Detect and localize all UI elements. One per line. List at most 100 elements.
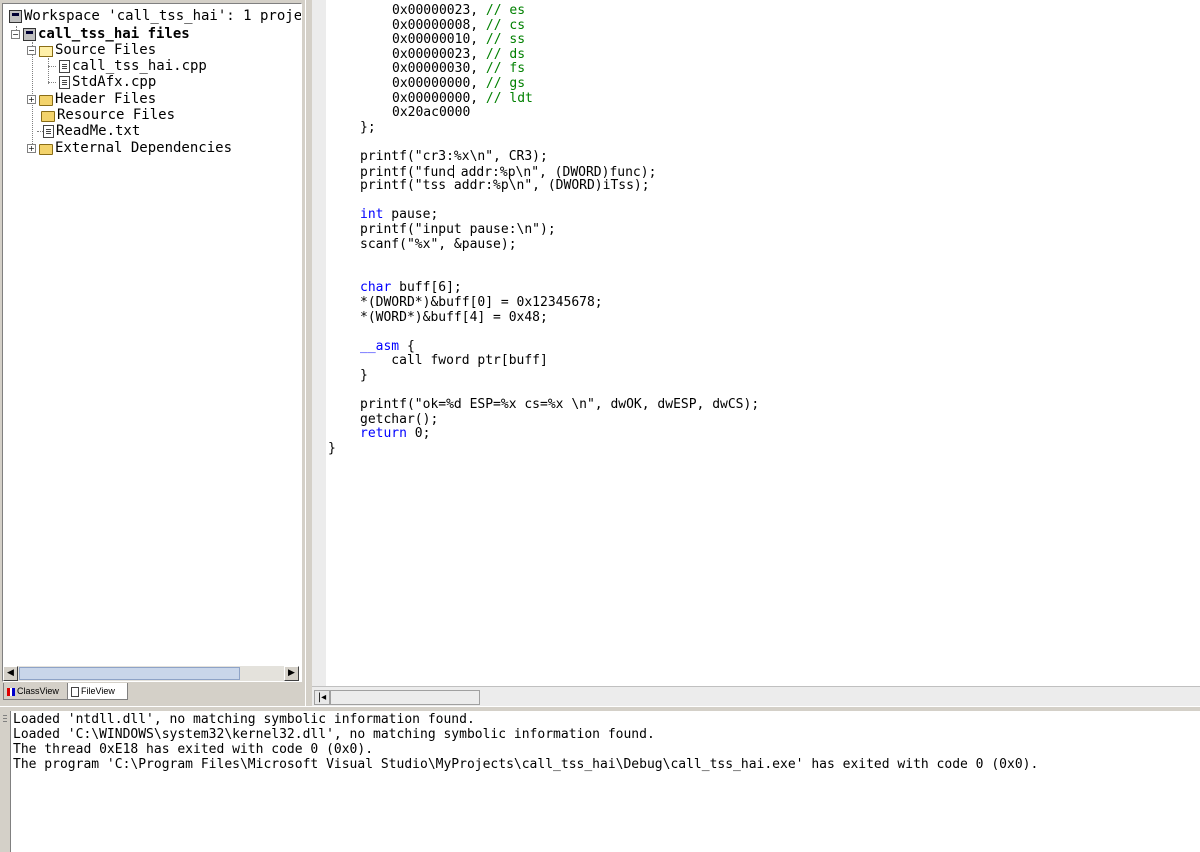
workspace-icon [9, 9, 22, 23]
code-line: 0x00000000, // gs [392, 77, 525, 91]
tree-item-source-files[interactable]: − Source Files [27, 42, 156, 58]
tab-classview[interactable]: ClassView [3, 683, 69, 700]
code-editor[interactable]: 0x00000023, // es 0x00000008, // cs 0x0000… [326, 0, 1200, 686]
grip-line [3, 718, 7, 719]
code-token: scanf("%x", &pause); [360, 236, 517, 252]
code-token: 0x00000030, [392, 61, 486, 77]
tree-item-resource-files[interactable]: Resource Files [41, 107, 175, 123]
expand-icon[interactable]: + [27, 94, 36, 104]
tree-item-project[interactable]: − call_tss_hai files [11, 26, 190, 42]
code-token: printf("input pause:\n"); [360, 222, 556, 237]
code-line: call fword ptr[buff] [360, 354, 548, 368]
comment-token: // cs [485, 17, 526, 33]
grip-line [3, 715, 7, 716]
comment-token: // ldt [485, 90, 533, 106]
folder-icon [39, 143, 53, 155]
code-line: int pause; [360, 208, 438, 222]
code-token: 0x20ac0000 [392, 105, 471, 121]
tree-item-workspace[interactable]: Workspace 'call_tss_hai': 1 projec [9, 8, 301, 24]
output-line: The thread 0xE18 has exited with code 0 … [13, 742, 374, 757]
scroll-left-icon[interactable]: ◀ [3, 666, 18, 681]
code-line: *(DWORD*)&buff[0] = 0x12345678; [360, 296, 603, 310]
code-token: *(DWORD*)&buff[0] = 0x12345678; [360, 295, 603, 310]
code-token: printf("tss addr:%p\n", (DWORD)iTss); [360, 178, 650, 194]
keyword-token: int [360, 207, 384, 223]
tree-item-readme-txt[interactable]: ReadMe.txt [43, 123, 140, 139]
tree-line [48, 58, 49, 84]
comment-token: // gs [485, 76, 526, 91]
tree-item-call-tss-hai-cpp[interactable]: call_tss_hai.cpp [59, 58, 207, 74]
editor-horizontal-scrollbar[interactable]: |◂ [312, 686, 1200, 707]
code-token: *(WORD*)&buff[4] = 0x48; [360, 309, 548, 325]
code-token: } [328, 441, 336, 456]
tree-item-header-files[interactable]: + Header Files [27, 91, 156, 107]
output-grip[interactable] [0, 711, 11, 852]
code-line: 0x20ac0000 [392, 106, 470, 120]
code-line: 0x00000023, // es [392, 4, 525, 18]
fileview-icon [71, 686, 79, 697]
code-token: 0x00000008, [392, 17, 486, 33]
keyword-token: __asm [360, 338, 400, 354]
collapse-icon[interactable]: − [11, 29, 20, 39]
expand-icon[interactable]: + [27, 143, 36, 153]
scrollbar-track[interactable] [330, 690, 480, 705]
code-line: return 0; [360, 427, 430, 441]
code-line: printf("cr3:%x\n", CR3); [360, 150, 548, 164]
code-line: } [328, 442, 336, 456]
output-line: Loaded 'C:\WINDOWS\system32\kernel32.dll… [13, 727, 655, 742]
classview-icon [7, 687, 15, 696]
output-line: The program 'C:\Program Files\Microsoft … [13, 757, 1039, 772]
code-token: 0x00000000, [392, 76, 486, 91]
editor-gutter [312, 0, 326, 686]
code-token: 0x00000023, [392, 3, 486, 18]
comment-token: // es [485, 3, 526, 18]
output-window[interactable]: Loaded 'ntdll.dll', no matching symbolic… [11, 711, 1200, 852]
text-file-icon [43, 124, 54, 138]
code-token: pause; [383, 207, 439, 223]
comment-token: // ds [485, 46, 526, 62]
tree-item-label: Resource Files [57, 107, 176, 123]
code-token: printf("cr3:%x\n", CR3); [360, 149, 548, 164]
code-token: getchar(); [360, 411, 439, 427]
split-icon[interactable]: |◂ [314, 690, 330, 705]
tab-label: FileView [81, 686, 115, 696]
project-icon [23, 27, 36, 41]
scrollbar-thumb[interactable] [19, 667, 240, 680]
folder-icon [39, 94, 53, 106]
tree-item-label: call_tss_hai files [38, 26, 190, 42]
folder-open-icon [39, 45, 53, 57]
code-line: 0x00000030, // fs [392, 62, 525, 76]
cpp-file-icon [59, 75, 70, 89]
code-line: 0x00000023, // ds [392, 46, 526, 62]
code-token: printf("ok=%d ESP=%x cs=%x \n", dwOK, dw… [360, 397, 760, 413]
code-token: call fword ptr[buff] [360, 353, 548, 369]
code-line: printf("func addr:%p\n", (DWORD)func); [360, 164, 656, 179]
code-line: scanf("%x", &pause); [360, 236, 517, 252]
tree-item-external-dependencies[interactable]: + External Dependencies [27, 140, 232, 156]
collapse-icon[interactable]: − [27, 45, 36, 55]
code-line: } [360, 369, 368, 383]
code-line: 0x00000008, // cs [392, 17, 526, 33]
scroll-right-icon[interactable]: ▶ [284, 666, 299, 681]
code-line: 0x00000000, // ldt [392, 90, 533, 106]
tree-item-label: call_tss_hai.cpp [72, 58, 207, 74]
tree-item-label: Source Files [55, 42, 157, 58]
code-token: { [399, 338, 415, 354]
code-token: 0x00000023, [392, 46, 486, 62]
tab-fileview[interactable]: FileView [67, 683, 128, 700]
tree-item-label: StdAfx.cpp [72, 74, 157, 90]
keyword-token: return [360, 426, 407, 442]
tree-horizontal-scrollbar[interactable]: ◀ ▶ [3, 665, 299, 681]
tree-item-stdafx-cpp[interactable]: StdAfx.cpp [59, 74, 156, 90]
cpp-file-icon [59, 59, 70, 73]
code-token: 0; [406, 426, 431, 442]
tree-item-label: External Dependencies [55, 140, 233, 156]
code-line: }; [360, 120, 376, 135]
tree-line [48, 66, 56, 67]
code-line: 0x00000010, // ss [392, 33, 525, 47]
tree-item-label: Header Files [55, 91, 157, 107]
code-line: getchar(); [360, 411, 439, 427]
workspace-panel: Workspace 'call_tss_hai': 1 projec − cal… [0, 0, 305, 708]
code-token: 0x00000010, [392, 32, 486, 48]
comment-token: // ss [485, 32, 526, 48]
